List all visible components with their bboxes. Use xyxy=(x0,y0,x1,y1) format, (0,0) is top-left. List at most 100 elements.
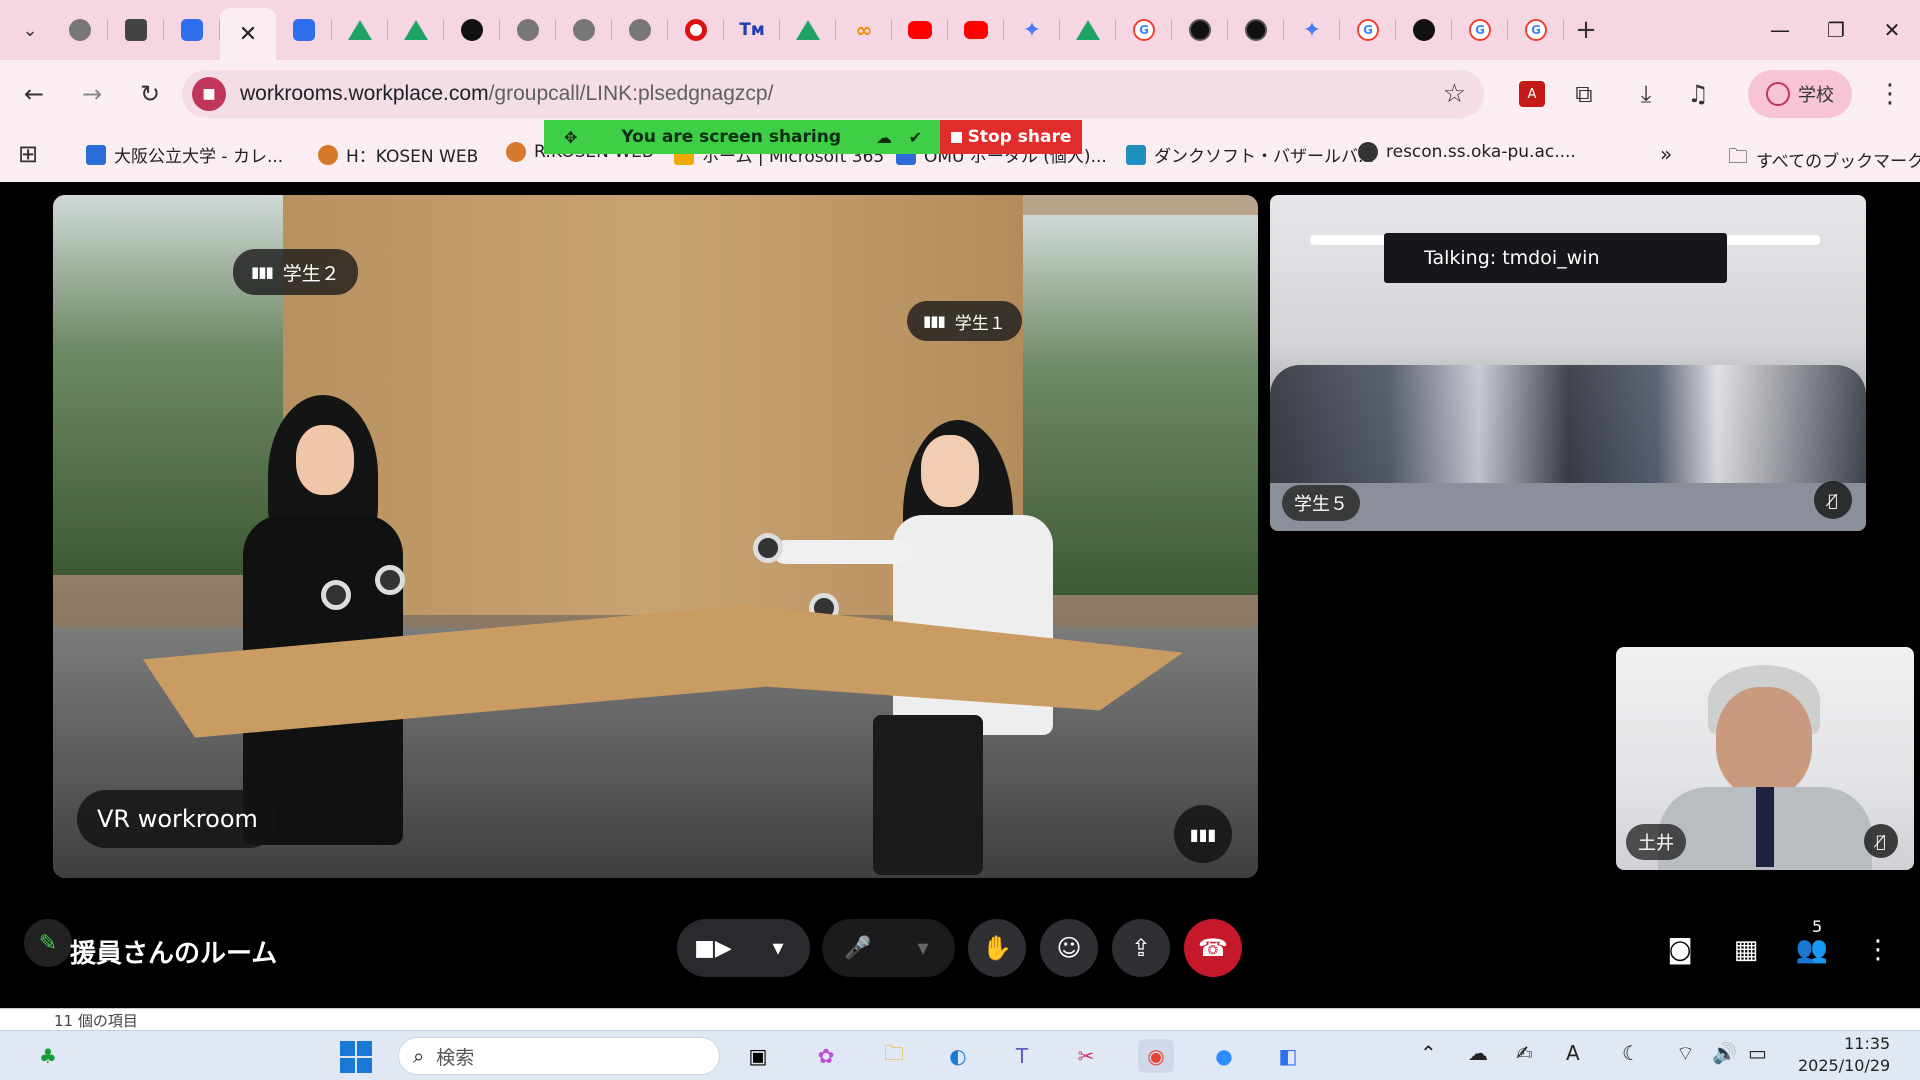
url-host: workrooms.workplace.com xyxy=(240,82,489,105)
raise-hand-icon[interactable]: ✋ xyxy=(968,919,1026,977)
tab-11[interactable] xyxy=(612,0,668,60)
zoom-icon[interactable]: ● xyxy=(1206,1039,1242,1073)
bookmark-star-icon[interactable]: ☆ xyxy=(1443,79,1466,109)
share-screen-icon[interactable]: ⇪ xyxy=(1112,919,1170,977)
tab-5[interactable] xyxy=(276,0,332,60)
reload-icon[interactable]: ↻ xyxy=(126,70,174,118)
edit-pencil-icon[interactable]: ✎ xyxy=(24,919,72,967)
copilot-icon[interactable]: ✿ xyxy=(808,1039,844,1073)
download-icon[interactable]: ⤓ xyxy=(1620,70,1672,118)
pdf-extension-icon[interactable]: A xyxy=(1506,70,1558,118)
address-bar[interactable]: ■ workrooms.workplace.com/groupcall/LINK… xyxy=(182,70,1484,118)
tab-27[interactable]: G xyxy=(1508,0,1564,60)
tab-6[interactable] xyxy=(332,0,388,60)
tab-10[interactable] xyxy=(556,0,612,60)
tab-15[interactable]: ∞ xyxy=(836,0,892,60)
forward-arrow-icon[interactable]: → xyxy=(68,70,116,118)
widgets-icon[interactable]: ♣ xyxy=(30,1039,66,1073)
close-window-icon[interactable]: ✕ xyxy=(1864,0,1920,60)
taskbar-clock[interactable]: 11:35 2025/10/29 xyxy=(1798,1033,1890,1077)
profile-button[interactable]: 学校 xyxy=(1748,70,1852,118)
tab-13[interactable]: Tм xyxy=(724,0,780,60)
media-controls-icon[interactable]: ♫ xyxy=(1672,70,1724,118)
self-view-tile[interactable]: 土井 🎙̸ xyxy=(1616,647,1914,870)
close-tab-icon[interactable]: ✕ xyxy=(239,22,257,47)
vr-workroom-tile[interactable]: ▮▮▮ 学生２ ▮▮▮ 学生１ VR workroom ▮▮▮ xyxy=(53,195,1258,878)
tab-18[interactable]: ✦ xyxy=(1004,0,1060,60)
explorer-item-count: 11 個の項目 xyxy=(54,1012,138,1030)
bookmark-dunksoft[interactable]: ダンクソフト・バザールバ... xyxy=(1126,142,1374,167)
pen-input-icon[interactable]: ✍ xyxy=(1516,1041,1533,1065)
stop-share-button[interactable]: Stop share xyxy=(940,120,1082,154)
tab-8[interactable] xyxy=(444,0,500,60)
task-view-icon[interactable]: ▣ xyxy=(740,1039,776,1073)
camera-options-chevron-icon[interactable]: ▾ xyxy=(749,919,807,977)
tab-23[interactable]: ✦ xyxy=(1284,0,1340,60)
camera-tile-student5[interactable]: Talking: tmdoi_win 学生５ 🎙̸ xyxy=(1270,195,1866,531)
tab-21[interactable] xyxy=(1172,0,1228,60)
tab-14[interactable] xyxy=(780,0,836,60)
new-tab-plus-icon[interactable]: + xyxy=(1564,15,1608,45)
chrome-icon[interactable]: ◉ xyxy=(1138,1039,1174,1073)
tab-7[interactable] xyxy=(388,0,444,60)
tab-12[interactable] xyxy=(668,0,724,60)
edge-icon[interactable]: ◐ xyxy=(940,1039,976,1073)
teams-icon[interactable]: T xyxy=(1004,1039,1040,1073)
tab-16[interactable] xyxy=(892,0,948,60)
file-explorer-icon[interactable]: 🗀 xyxy=(876,1039,912,1073)
url-text[interactable]: workrooms.workplace.com/groupcall/LINK:p… xyxy=(240,82,773,106)
tab-search-chevron-icon[interactable]: ⌄ xyxy=(8,8,52,52)
minimize-icon[interactable]: — xyxy=(1752,0,1808,60)
vr-forest-right xyxy=(1018,215,1258,595)
layout-grid-icon[interactable]: ▦ xyxy=(1724,928,1768,972)
mic-options-chevron-icon[interactable]: ▾ xyxy=(894,919,952,977)
focus-moon-icon[interactable]: ☾ xyxy=(1622,1041,1640,1065)
extensions-puzzle-icon[interactable]: ⧉ xyxy=(1558,70,1610,118)
onedrive-offline-icon[interactable]: ☁ xyxy=(1468,1041,1488,1065)
tab-26[interactable]: G xyxy=(1452,0,1508,60)
vr-headset-icon[interactable]: ◙ xyxy=(1658,928,1702,972)
camera-toggle-icon[interactable]: ■▶ xyxy=(677,919,749,977)
workrooms-app-icon[interactable]: ◧ xyxy=(1270,1039,1306,1073)
volume-icon[interactable]: 🔊 xyxy=(1712,1041,1737,1065)
battery-icon[interactable]: ▭ xyxy=(1748,1041,1767,1065)
tab-1[interactable] xyxy=(52,0,108,60)
dunksoft-icon xyxy=(1126,144,1146,165)
all-bookmarks-folder[interactable]: 🗀 すべてのブックマーク xyxy=(1728,142,1920,176)
tab-9[interactable] xyxy=(500,0,556,60)
site-video-icon[interactable]: ■ xyxy=(192,77,226,111)
tab-2[interactable] xyxy=(108,0,164,60)
screen-share-status[interactable]: ✥ You are screen sharing ☁ ✔ xyxy=(544,120,940,154)
bookmark-rescon[interactable]: rescon.ss.oka-pu.ac.... xyxy=(1358,142,1576,162)
wifi-icon[interactable]: ⌔ xyxy=(1676,1041,1695,1066)
tab-17[interactable] xyxy=(948,0,1004,60)
participant-name-self: 土井 xyxy=(1626,824,1686,860)
browser-menu-icon[interactable]: ⋮ xyxy=(1866,70,1914,118)
bookmark-omu[interactable]: 大阪公立大学 - カレ... xyxy=(86,142,283,167)
tab-24[interactable]: G xyxy=(1340,0,1396,60)
more-options-icon[interactable]: ⋮ xyxy=(1856,928,1900,972)
ime-mode-icon[interactable]: A xyxy=(1566,1041,1580,1065)
start-windows-icon[interactable] xyxy=(340,1041,372,1073)
more-bookmarks-chevron-icon[interactable]: » xyxy=(1660,142,1672,166)
tray-overflow-chevron-icon[interactable]: ⌃ xyxy=(1420,1041,1437,1065)
apps-grid-icon[interactable]: ⊞ xyxy=(18,140,38,168)
tab-3[interactable] xyxy=(164,0,220,60)
taskbar-search[interactable]: ⌕ 検索 xyxy=(398,1037,720,1075)
tab-20[interactable]: G xyxy=(1116,0,1172,60)
bookmark-kosen-h[interactable]: H：KOSEN WEB xyxy=(318,142,478,167)
tab-active-workrooms[interactable]: ✕ xyxy=(220,8,276,60)
back-arrow-icon[interactable]: ← xyxy=(10,70,58,118)
microphone-icon[interactable]: 🎤 xyxy=(822,919,894,977)
tab-22[interactable] xyxy=(1228,0,1284,60)
clock-time: 11:35 xyxy=(1844,1034,1891,1053)
hang-up-icon[interactable]: ☎ xyxy=(1184,919,1242,977)
snipping-tool-icon[interactable]: ✂ xyxy=(1068,1039,1104,1073)
muted-mic-icon: 🎙̸ xyxy=(1864,824,1898,858)
audio-indicator-icon[interactable]: ▮▮▮ xyxy=(1174,805,1232,863)
restore-icon[interactable]: ❐ xyxy=(1808,0,1864,60)
tab-19[interactable] xyxy=(1060,0,1116,60)
tab-25[interactable] xyxy=(1396,0,1452,60)
drag-handle-icon[interactable]: ✥ xyxy=(564,128,577,147)
reactions-smiley-icon[interactable]: ☺ xyxy=(1040,919,1098,977)
